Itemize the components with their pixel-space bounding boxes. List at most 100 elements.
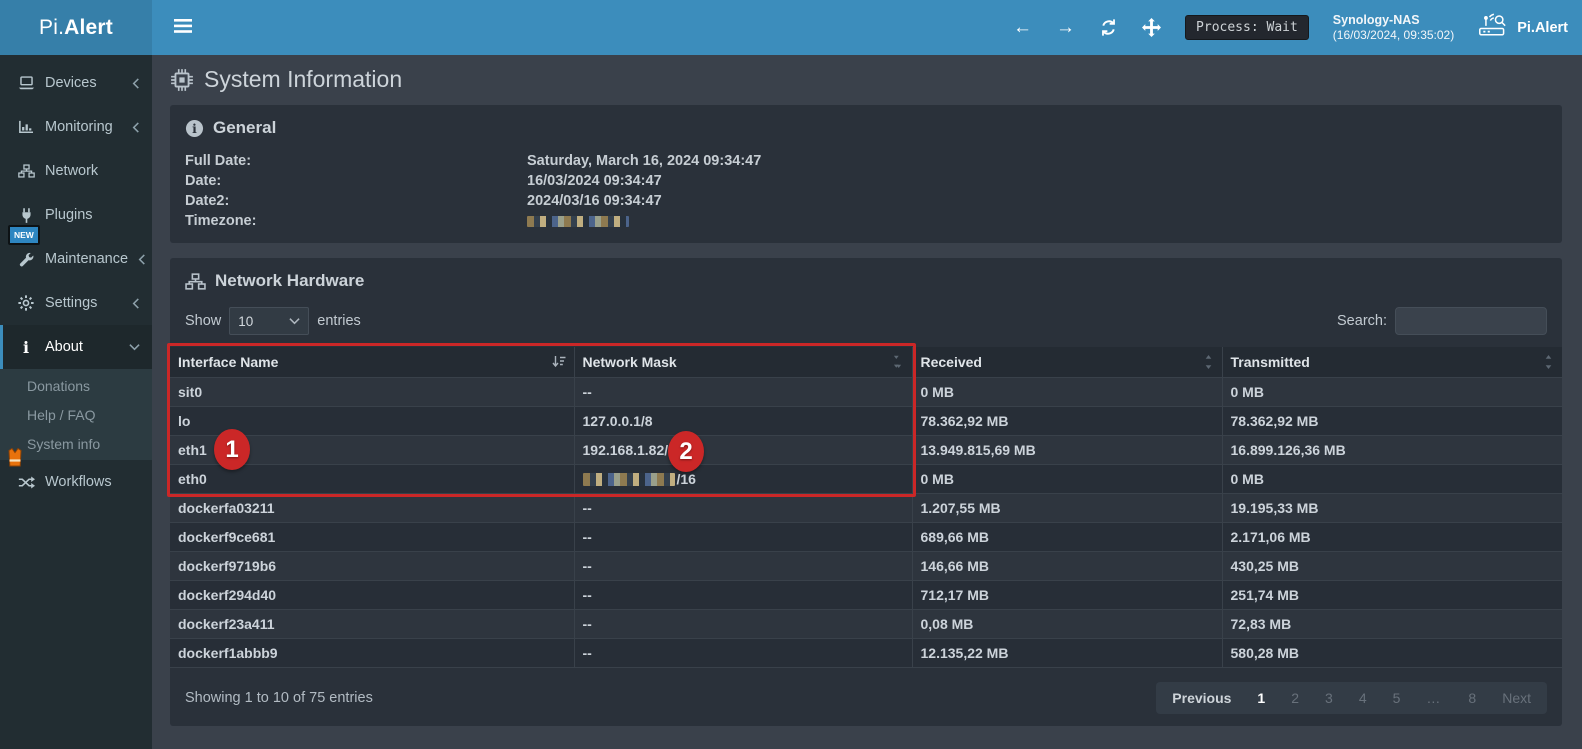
column-header-interface-name[interactable]: Interface Name: [170, 347, 574, 377]
topbar: Pi.Alert ← → Process: Wait Synology-NAS …: [0, 0, 1582, 55]
sidebar-item-label: Network: [45, 163, 98, 179]
show-label: Show: [185, 313, 221, 329]
sidebar-toggle-button[interactable]: [166, 13, 200, 42]
submenu-item-label: System info: [27, 436, 100, 452]
page-size-select[interactable]: 10: [229, 307, 309, 335]
sitemap-icon: [17, 164, 35, 178]
sidebar-item-label: Workflows: [45, 474, 112, 490]
cell-interface: dockerf23a411: [170, 609, 574, 638]
sidebar-item-workflows[interactable]: Workflows: [0, 460, 152, 504]
cell-transmitted: 2.171,06 MB: [1222, 522, 1562, 551]
topbar-main: ← → Process: Wait Synology-NAS (16/03/20…: [152, 0, 1582, 55]
pagination-page-2[interactable]: 2: [1291, 690, 1299, 706]
pagination-page-3[interactable]: 3: [1325, 690, 1333, 706]
move-icon[interactable]: [1142, 18, 1161, 37]
table-row: dockerf9ce681 -- 689,66 MB 2.171,06 MB: [170, 522, 1562, 551]
cell-interface: sit0: [170, 377, 574, 406]
table-row: dockerf294d40 -- 712,17 MB 251,74 MB: [170, 580, 1562, 609]
chevron-down-icon: [129, 343, 140, 351]
construction-vest-icon: [5, 448, 25, 472]
cell-transmitted: 78.362,92 MB: [1222, 406, 1562, 435]
pagination-next[interactable]: Next: [1502, 690, 1531, 706]
cell-interface: dockerf294d40: [170, 580, 574, 609]
cell-received: 712,17 MB: [912, 580, 1222, 609]
network-hardware-title-text: Network Hardware: [215, 271, 364, 291]
back-arrow-icon[interactable]: ←: [1013, 18, 1032, 37]
table-header-row: Interface Name Network Mask: [170, 347, 1562, 377]
cell-interface: lo: [170, 406, 574, 435]
network-hardware-table: Interface Name Network Mask: [170, 347, 1562, 668]
sidebar-item-maintenance[interactable]: NEW Maintenance: [0, 237, 152, 281]
general-rows: Full Date: Saturday, March 16, 2024 09:3…: [170, 151, 1562, 231]
general-card: i General Full Date: Saturday, March 16,…: [170, 105, 1562, 243]
gear-icon: [17, 295, 35, 311]
table-row: dockerfa03211 -- 1.207,55 MB 19.195,33 M…: [170, 493, 1562, 522]
submenu-item-donations[interactable]: Donations: [0, 371, 152, 400]
cell-mask: 192.168.1.82/24: [574, 435, 912, 464]
app-name-label: Pi.Alert: [1517, 20, 1568, 36]
sidebar-item-network[interactable]: Network: [0, 149, 152, 193]
cell-mask: --: [574, 551, 912, 580]
page-title-text: System Information: [204, 66, 402, 93]
cell-interface: dockerf9719b6: [170, 551, 574, 580]
main-content: System Information i General Full Date: …: [152, 55, 1582, 749]
pagination-page-4[interactable]: 4: [1359, 690, 1367, 706]
column-header-network-mask[interactable]: Network Mask: [574, 347, 912, 377]
cell-interface: eth1: [170, 435, 574, 464]
column-header-label: Interface Name: [178, 354, 278, 370]
cell-transmitted: 0 MB: [1222, 464, 1562, 493]
general-row: Date2: 2024/03/16 09:34:47: [185, 191, 1547, 211]
network-hardware-card: Network Hardware Show 10 entries Search:: [170, 258, 1562, 726]
sidebar-item-devices[interactable]: Devices: [0, 61, 152, 105]
cell-mask: --: [574, 493, 912, 522]
pagination-page-5[interactable]: 5: [1393, 690, 1401, 706]
search-control: Search:: [1337, 307, 1547, 335]
forward-arrow-icon[interactable]: →: [1056, 18, 1075, 37]
column-header-transmitted[interactable]: Transmitted: [1222, 347, 1562, 377]
cell-transmitted: 16.899.126,36 MB: [1222, 435, 1562, 464]
cell-mask: 127.0.0.1/8: [574, 406, 912, 435]
column-header-label: Received: [921, 354, 982, 370]
wrench-icon: [17, 252, 35, 267]
general-card-title: i General: [170, 105, 1562, 138]
field-value: 2024/03/16 09:34:47: [527, 191, 662, 211]
cell-transmitted: 251,74 MB: [1222, 580, 1562, 609]
pagination-page-8[interactable]: 8: [1468, 690, 1476, 706]
table-row: eth1 192.168.1.82/24 13.949.815,69 MB 16…: [170, 435, 1562, 464]
device-info: Synology-NAS (16/03/2024, 09:35:02): [1333, 12, 1454, 44]
hamburger-icon: [174, 19, 192, 33]
cell-mask: --: [574, 580, 912, 609]
topbar-right: ← → Process: Wait Synology-NAS (16/03/20…: [1013, 12, 1568, 44]
mask-suffix: /16: [677, 471, 696, 487]
cell-transmitted: 72,83 MB: [1222, 609, 1562, 638]
field-label: Date2:: [185, 191, 527, 211]
body-layout: Devices Monitoring Network: [0, 55, 1582, 749]
sidebar-item-monitoring[interactable]: Monitoring: [0, 105, 152, 149]
table-row: eth0 /16 0 MB 0 MB: [170, 464, 1562, 493]
chevron-left-icon: [132, 298, 140, 309]
pagination-ellipsis: …: [1426, 690, 1442, 706]
search-input[interactable]: [1395, 307, 1547, 335]
page-title: System Information: [170, 66, 1562, 93]
search-label: Search:: [1337, 313, 1387, 329]
pagination-page-1[interactable]: 1: [1257, 690, 1265, 706]
sidebar-item-settings[interactable]: Settings: [0, 281, 152, 325]
general-row: Full Date: Saturday, March 16, 2024 09:3…: [185, 151, 1547, 171]
submenu-item-help-faq[interactable]: Help / FAQ: [0, 400, 152, 429]
process-status-badge: Process: Wait: [1185, 15, 1309, 40]
brand-logo[interactable]: Pi.Alert: [0, 0, 152, 55]
cell-interface: dockerf9ce681: [170, 522, 574, 551]
sidebar-item-label: Devices: [45, 75, 97, 91]
column-header-received[interactable]: Received: [912, 347, 1222, 377]
sidebar-item-label: About: [45, 339, 83, 355]
cell-transmitted: 19.195,33 MB: [1222, 493, 1562, 522]
pagination-previous[interactable]: Previous: [1172, 690, 1231, 706]
sidebar-item-label: Plugins: [45, 207, 93, 223]
app-home-link[interactable]: Pi.Alert: [1478, 13, 1568, 42]
cell-interface: dockerf1abbb9: [170, 638, 574, 667]
sidebar-item-about[interactable]: i About: [0, 325, 152, 369]
sitemap-icon: [185, 273, 206, 290]
refresh-icon[interactable]: [1099, 18, 1118, 37]
general-row: Date: 16/03/2024 09:34:47: [185, 171, 1547, 191]
brand-text-bold: Alert: [64, 16, 113, 40]
